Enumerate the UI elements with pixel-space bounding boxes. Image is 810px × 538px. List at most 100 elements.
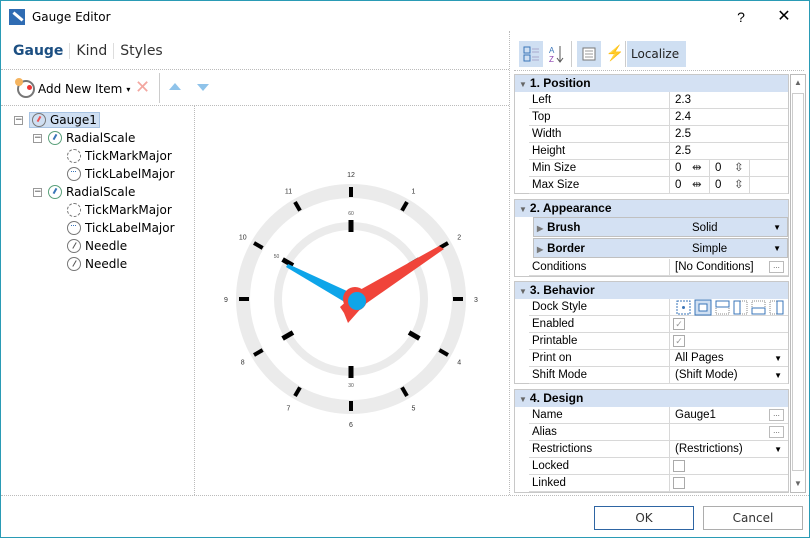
property-row-conditions[interactable]: Conditions [No Conditions]... <box>529 259 788 276</box>
alias-ellipsis-button[interactable]: ... <box>769 426 784 438</box>
property-row-enabled[interactable]: Enabled ✓ <box>529 316 788 333</box>
section-header-position[interactable]: ▼ 1. Position <box>515 75 788 92</box>
hour-needle[interactable] <box>340 246 444 323</box>
top-input[interactable]: 2.4 <box>669 109 790 126</box>
restrictions-select[interactable]: (Restrictions) <box>669 441 790 458</box>
tree-node-ticklabelmajor[interactable]: TickLabelMajor <box>67 219 175 237</box>
property-row-left[interactable]: Left 2.3 <box>529 92 788 109</box>
dropdown-arrow-icon[interactable]: ▼ <box>774 441 782 458</box>
property-row-locked[interactable]: Locked <box>529 458 788 475</box>
property-row-print-on[interactable]: Print on All Pages ▼ <box>529 350 788 367</box>
section-header-behavior[interactable]: ▼ 3. Behavior <box>515 282 788 299</box>
localize-property-grid-button[interactable]: Localize Property Grid <box>627 41 686 113</box>
collapse-toggle-icon[interactable]: − <box>33 133 42 143</box>
categorized-view-button[interactable] <box>519 41 543 67</box>
section-header-appearance[interactable]: ▼ 2. Appearance <box>515 200 788 217</box>
collapse-toggle-icon[interactable]: − <box>14 115 23 125</box>
property-row-restrictions[interactable]: Restrictions (Restrictions) ▼ <box>529 441 788 458</box>
property-row-width[interactable]: Width 2.5 <box>529 126 788 143</box>
dock-bottom-icon[interactable] <box>751 300 766 315</box>
tree-node-tickmarkmajor[interactable]: TickMarkMajor <box>67 147 172 165</box>
move-down-icon[interactable] <box>197 84 209 91</box>
max-height-input[interactable]: 0 ⇳ <box>709 177 749 194</box>
add-new-item-button[interactable]: Add New Item ▾ <box>15 78 132 99</box>
dropdown-arrow-icon[interactable]: ▼ <box>773 218 781 238</box>
dropdown-arrow-icon[interactable]: ▼ <box>773 239 781 259</box>
help-button[interactable]: ? <box>731 7 751 27</box>
outer-tick-label: 6 <box>349 422 353 429</box>
tree-node-gauge1[interactable]: − Gauge1 <box>14 111 100 129</box>
max-width-input[interactable]: 0 ⇹ <box>669 177 709 194</box>
radial-scale-icon <box>48 131 62 145</box>
left-input[interactable]: 2.3 <box>669 92 790 109</box>
conditions-ellipsis-button[interactable]: ... <box>769 261 784 273</box>
shift-mode-select[interactable]: (Shift Mode) <box>669 367 790 384</box>
horizontal-arrows-icon: ⇹ <box>692 179 702 191</box>
tree-node-radialscale[interactable]: − RadialScale <box>33 129 135 147</box>
tree-node-radialscale[interactable]: − RadialScale <box>33 183 135 201</box>
property-row-max-size[interactable]: Max Size 0 ⇹ 0 ⇳ <box>529 177 788 194</box>
property-row-printable[interactable]: Printable ✓ <box>529 333 788 350</box>
property-row-shift-mode[interactable]: Shift Mode (Shift Mode) ▼ <box>529 367 788 384</box>
scroll-down-arrow-icon[interactable]: ▼ <box>791 476 805 492</box>
events-icon[interactable]: ⚡ <box>605 41 625 67</box>
delete-icon[interactable]: ✕ <box>135 79 150 97</box>
print-on-select[interactable]: All Pages <box>669 350 790 367</box>
dock-right-icon[interactable] <box>769 300 784 315</box>
tree-node-ticklabelmajor[interactable]: TickLabelMajor <box>67 165 175 183</box>
section-header-design[interactable]: ▼ 4. Design <box>515 390 788 407</box>
property-row-alias[interactable]: Alias... <box>529 424 788 441</box>
scroll-up-arrow-icon[interactable]: ▲ <box>791 75 805 91</box>
property-row-height[interactable]: Height 2.5 <box>529 143 788 160</box>
collapse-toggle-icon[interactable]: − <box>33 187 42 197</box>
close-button[interactable]: ✕ <box>773 7 795 27</box>
expand-triangle-icon[interactable]: ▶ <box>537 245 543 254</box>
alphabetical-sort-button[interactable]: AZ <box>547 41 567 67</box>
property-row-linked[interactable]: Linked <box>529 475 788 492</box>
property-label: Enabled <box>532 318 575 330</box>
tree-node-needle[interactable]: Needle <box>67 237 127 255</box>
property-row-name[interactable]: Name Gauge1... <box>529 407 788 424</box>
dropdown-caret-icon[interactable]: ▾ <box>126 85 130 94</box>
cancel-button[interactable]: Cancel <box>703 506 803 530</box>
name-ellipsis-button[interactable]: ... <box>769 409 784 421</box>
enabled-checkbox[interactable]: ✓ <box>673 318 685 330</box>
tree-node-needle[interactable]: Needle <box>67 255 127 273</box>
outer-tick-label: 8 <box>241 360 245 367</box>
value-cell: ✓ <box>669 333 790 350</box>
min-height-input[interactable]: 0 ⇳ <box>709 160 749 177</box>
dropdown-arrow-icon[interactable]: ▼ <box>774 350 782 367</box>
dock-left-icon[interactable] <box>733 300 748 315</box>
width-input[interactable]: 2.5 <box>669 126 790 143</box>
locked-checkbox[interactable] <box>673 460 685 472</box>
dock-fill-icon[interactable] <box>694 299 712 316</box>
outer-tick-label: 10 <box>239 235 247 242</box>
move-up-icon[interactable] <box>169 83 181 90</box>
scroll-thumb[interactable] <box>792 93 804 471</box>
app-icon <box>9 9 25 25</box>
min-width-input[interactable]: 0 ⇹ <box>669 160 709 177</box>
property-row-min-size[interactable]: Min Size 0 ⇹ 0 ⇳ <box>529 160 788 177</box>
expand-triangle-icon[interactable]: ▶ <box>537 224 543 233</box>
property-row-top[interactable]: Top 2.4 <box>529 109 788 126</box>
categorized-icon <box>523 46 539 62</box>
property-row-brush[interactable]: ▶ Brush Solid ▼ <box>533 217 788 237</box>
printable-checkbox[interactable]: ✓ <box>673 335 685 347</box>
property-grid-scrollbar[interactable]: ▲ ▼ <box>790 74 806 493</box>
property-row-border[interactable]: ▶ Border Simple ▼ <box>533 238 788 258</box>
ok-button[interactable]: OK <box>594 506 694 530</box>
dropdown-arrow-icon[interactable]: ▼ <box>774 367 782 384</box>
property-row-dock-style[interactable]: Dock Style <box>529 299 788 316</box>
dock-none-icon[interactable] <box>676 300 691 315</box>
tab-styles[interactable]: Styles <box>114 43 168 59</box>
tree-node-tickmarkmajor[interactable]: TickMarkMajor <box>67 201 172 219</box>
height-input[interactable]: 2.5 <box>669 143 790 160</box>
outer-tick-label: 7 <box>287 405 291 412</box>
minute-needle-cap <box>348 292 366 310</box>
tab-gauge[interactable]: Gauge <box>13 43 69 59</box>
dock-top-icon[interactable] <box>715 300 730 315</box>
value-cell <box>669 475 790 492</box>
properties-tab-button[interactable] <box>577 41 601 67</box>
tab-kind[interactable]: Kind <box>70 43 113 59</box>
linked-checkbox[interactable] <box>673 477 685 489</box>
